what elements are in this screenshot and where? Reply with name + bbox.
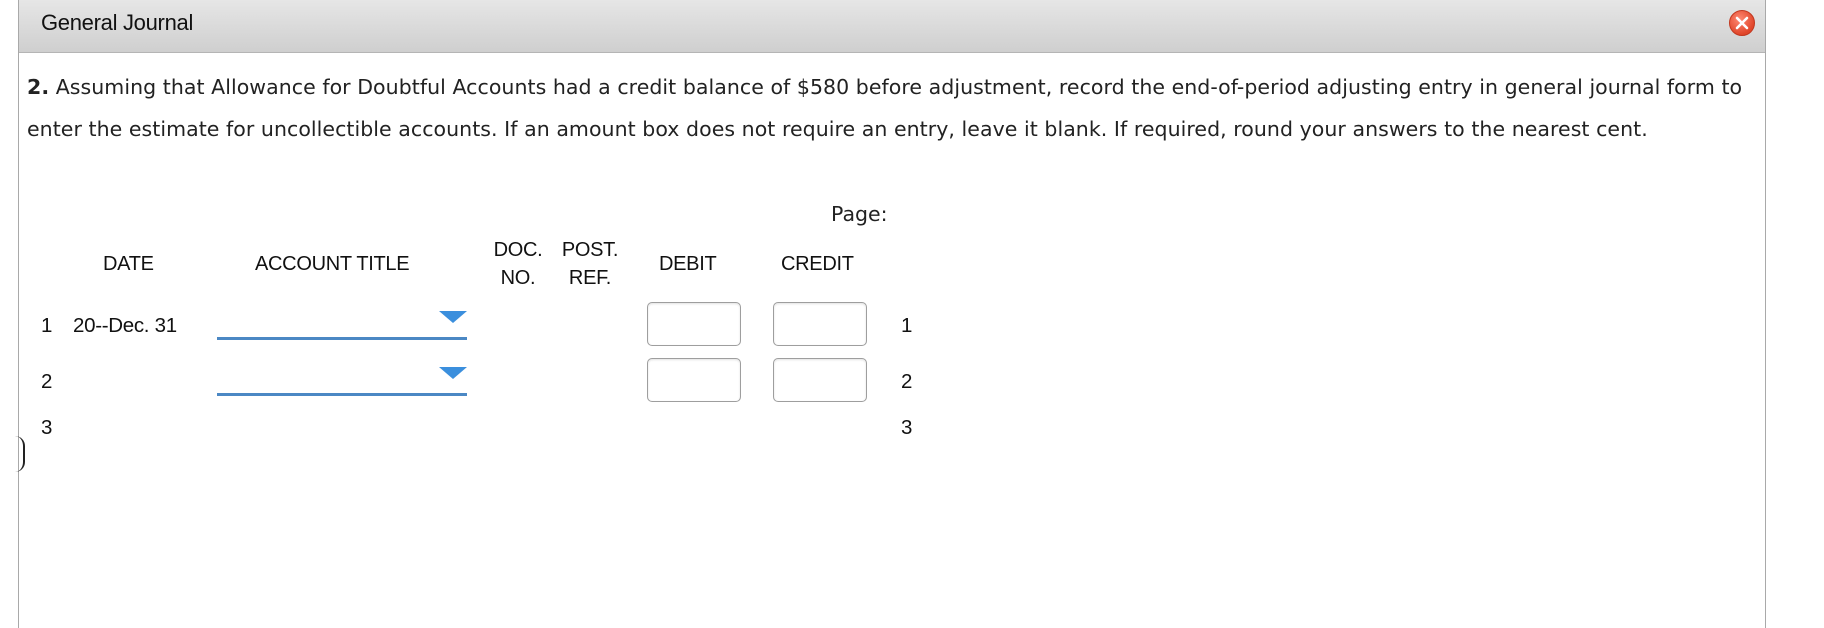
row-date: 20--Dec. 31 — [73, 314, 177, 337]
debit-input-row-2[interactable] — [647, 358, 741, 402]
chevron-down-icon — [439, 367, 467, 379]
close-icon — [1735, 16, 1749, 30]
header-account-title: ACCOUNT TITLE — [255, 253, 410, 275]
page-label: Page: — [831, 202, 888, 226]
header-doc-line2: NO. — [500, 267, 536, 289]
row-number-right: 2 — [901, 370, 913, 393]
header-post-ref: POST. REF. — [557, 236, 623, 292]
window-title: General Journal — [41, 10, 194, 35]
chevron-down-icon — [439, 311, 467, 323]
question-text: Assuming that Allowance for Doubtful Acc… — [27, 75, 1743, 141]
header-post-line2: REF. — [568, 267, 612, 289]
instructions-text: 2. Assuming that Allowance for Doubtful … — [27, 66, 1757, 150]
row-number-left: 2 — [41, 370, 53, 393]
header-credit: CREDIT — [781, 253, 854, 275]
header-doc-no: DOC. NO. — [489, 236, 547, 292]
credit-input-row-2[interactable] — [773, 358, 867, 402]
row-number-left: 3 — [41, 416, 53, 439]
general-journal-window: General Journal 2. Assuming that Allowan… — [18, 0, 1766, 628]
close-button[interactable] — [1729, 10, 1755, 36]
credit-input-row-1[interactable] — [773, 302, 867, 346]
account-title-select-row-1[interactable] — [217, 306, 467, 340]
row-number-right: 1 — [901, 314, 913, 337]
account-title-select-row-2[interactable] — [217, 362, 467, 396]
debit-input-row-1[interactable] — [647, 302, 741, 346]
row-number-right: 3 — [901, 416, 913, 439]
header-post-line1: POST. — [561, 239, 619, 261]
header-date: DATE — [103, 253, 154, 275]
row-number-left: 1 — [41, 314, 53, 337]
title-bar: General Journal — [19, 0, 1765, 53]
left-edge-marker — [15, 436, 25, 472]
header-debit: DEBIT — [659, 253, 717, 275]
question-number: 2. — [27, 75, 50, 99]
header-doc-line1: DOC. — [493, 239, 543, 261]
